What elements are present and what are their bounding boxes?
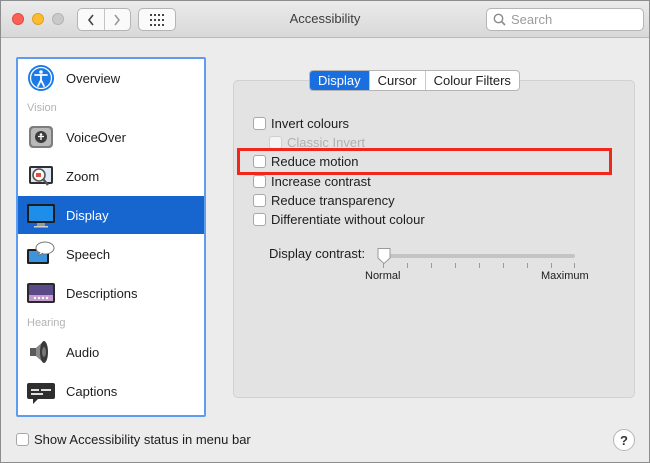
display-contrast-label: Display contrast:	[269, 246, 366, 261]
tab-display[interactable]: Display	[310, 71, 369, 90]
sidebar-item-voiceover[interactable]: VoiceOver	[18, 118, 204, 156]
differentiate-without-colour-label: Differentiate without colour	[271, 212, 425, 227]
slider-tick	[574, 263, 575, 268]
invert-colours-checkbox[interactable]	[253, 117, 266, 130]
sidebar: Overview Vision VoiceOver Zoom Display S…	[16, 57, 206, 417]
slider-tick	[431, 263, 432, 268]
descriptions-icon	[26, 278, 56, 308]
sidebar-item-captions[interactable]: Captions	[18, 372, 204, 410]
increase-contrast-checkbox[interactable]	[253, 175, 266, 188]
title-bar: Accessibility Search	[1, 1, 649, 38]
speech-icon	[26, 239, 56, 269]
reduce-transparency-option: Reduce transparency	[253, 193, 395, 208]
display-contrast-slider-track[interactable]	[381, 254, 575, 258]
slider-tick	[407, 263, 408, 268]
sidebar-item-descriptions[interactable]: Descriptions	[18, 274, 204, 312]
slider-tick	[479, 263, 480, 268]
zoom-icon	[26, 161, 56, 191]
slider-tick	[527, 263, 528, 268]
preferences-window: Accessibility Search Overview Vision Voi…	[0, 0, 650, 463]
sidebar-item-label: Captions	[66, 383, 118, 399]
sidebar-item-label: Overview	[66, 70, 121, 86]
sidebar-item-label: Speech	[66, 246, 111, 262]
show-status-option: Show Accessibility status in menu bar	[16, 432, 251, 447]
sidebar-item-label: VoiceOver	[66, 129, 126, 145]
differentiate-without-colour-option: Differentiate without colour	[253, 212, 425, 227]
slider-max-label: Maximum	[541, 270, 589, 282]
help-button[interactable]: ?	[613, 429, 635, 451]
reduce-transparency-checkbox[interactable]	[253, 194, 266, 207]
tab-bar: Display Cursor Colour Filters	[309, 70, 520, 91]
sidebar-item-label: Descriptions	[66, 285, 138, 301]
tab-cursor[interactable]: Cursor	[368, 71, 425, 90]
differentiate-without-colour-checkbox[interactable]	[253, 213, 266, 226]
sidebar-section-hearing: Hearing	[27, 317, 66, 329]
sidebar-item-speech[interactable]: Speech	[18, 235, 204, 273]
slider-tick	[503, 263, 504, 268]
sidebar-item-overview[interactable]: Overview	[18, 59, 204, 97]
accessibility-person-icon	[26, 63, 56, 93]
slider-tick	[455, 263, 456, 268]
search-field[interactable]: Search	[486, 8, 644, 31]
increase-contrast-option: Increase contrast	[253, 174, 371, 189]
reduce-motion-highlight-box	[237, 148, 612, 175]
sidebar-item-audio[interactable]: Audio	[18, 333, 204, 371]
increase-contrast-label: Increase contrast	[271, 174, 371, 189]
voiceover-icon	[26, 122, 56, 152]
sidebar-item-display[interactable]: Display	[18, 196, 204, 234]
sidebar-item-label: Audio	[66, 344, 100, 360]
slider-tick	[551, 263, 552, 268]
show-status-label: Show Accessibility status in menu bar	[34, 432, 251, 447]
slider-min-label: Normal	[365, 270, 401, 282]
sidebar-item-zoom[interactable]: Zoom	[18, 157, 204, 195]
captions-icon	[26, 376, 56, 406]
invert-colours-label: Invert colours	[271, 116, 350, 131]
speaker-icon	[26, 337, 56, 367]
search-placeholder: Search	[511, 12, 553, 27]
sidebar-section-vision: Vision	[27, 102, 57, 114]
show-status-checkbox[interactable]	[16, 433, 29, 446]
invert-colours-option: Invert colours	[253, 116, 349, 131]
reduce-transparency-label: Reduce transparency	[271, 193, 395, 208]
display-icon	[26, 200, 56, 230]
display-contrast-slider-knob[interactable]	[376, 247, 392, 265]
search-icon	[493, 13, 506, 26]
sidebar-item-label: Zoom	[66, 168, 100, 184]
sidebar-item-label: Display	[66, 207, 109, 223]
tab-colour-filters[interactable]: Colour Filters	[424, 71, 519, 90]
